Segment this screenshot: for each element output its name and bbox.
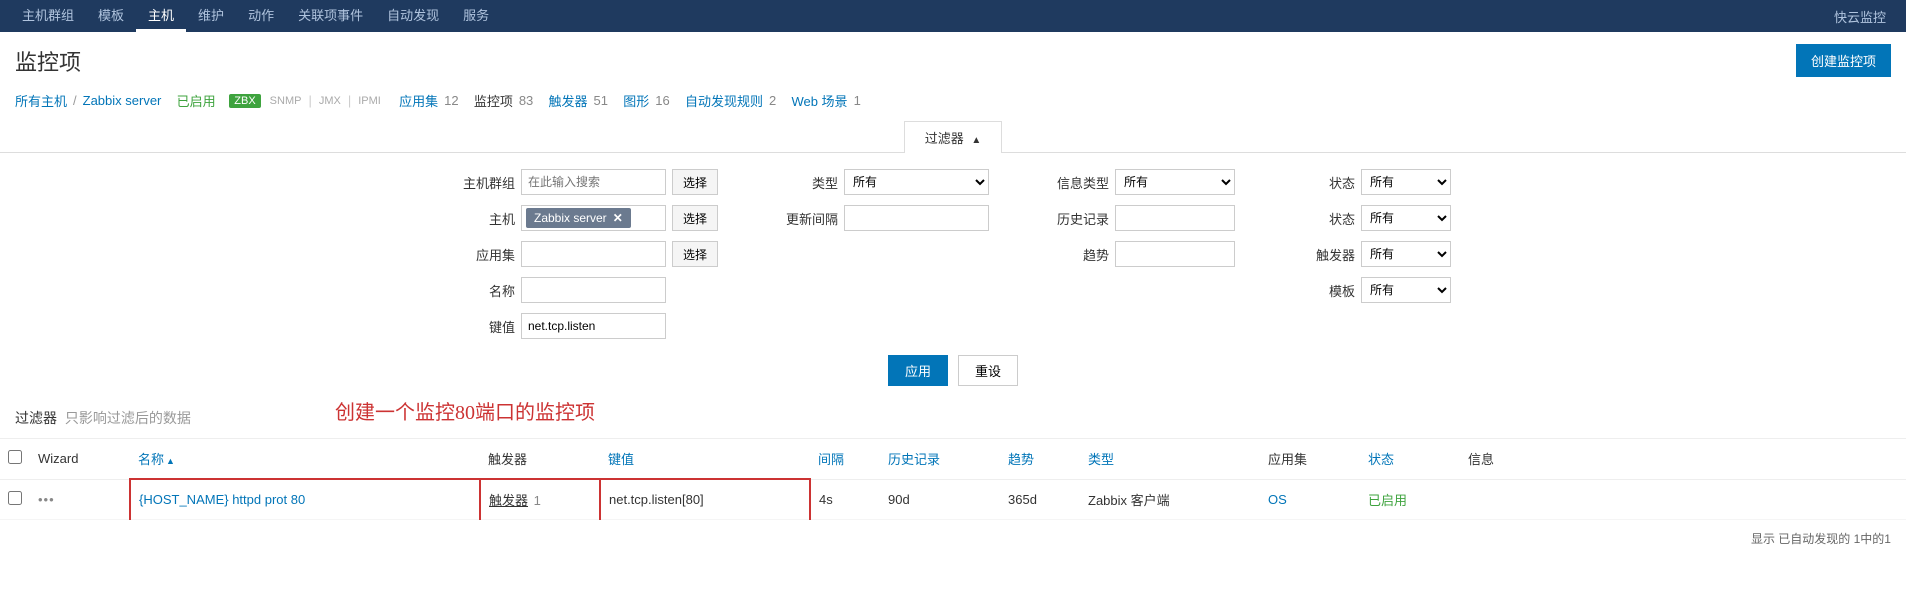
row-status[interactable]: 已启用 (1368, 493, 1407, 508)
filter-hint-sub: 只影响过滤后的数据 (65, 410, 191, 426)
page-title: 监控项 (15, 45, 1796, 77)
crumb-appset[interactable]: 应用集 (399, 91, 438, 110)
nav-templates[interactable]: 模板 (86, 0, 136, 32)
label-trend: 趋势 (1049, 245, 1109, 264)
label-status: 状态 (1295, 209, 1355, 228)
label-infotype: 信息类型 (1049, 173, 1109, 192)
template-select[interactable]: 所有 (1361, 277, 1451, 303)
create-item-button[interactable]: 创建监控项 (1796, 44, 1891, 77)
tag-ipmi: IPMI (355, 94, 384, 108)
row-interval: 4s (810, 479, 880, 520)
brand-label: 快云监控 (1824, 7, 1896, 26)
item-name-link[interactable]: {HOST_NAME} httpd prot 80 (139, 492, 305, 507)
col-key[interactable]: 键值 (600, 439, 810, 480)
nav-hostgroups[interactable]: 主机群组 (10, 0, 86, 32)
row-checkbox[interactable] (8, 491, 22, 505)
triggers-select[interactable]: 所有 (1361, 241, 1451, 267)
wizard-menu-icon[interactable]: ••• (38, 492, 55, 507)
crumb-web[interactable]: Web 场景 (791, 91, 847, 110)
label-name: 名称 (455, 281, 515, 300)
top-nav: 主机群组 模板 主机 维护 动作 关联项事件 自动发现 服务 快云监控 (0, 0, 1906, 32)
breadcrumb: 所有主机 / Zabbix server 已启用 ZBX SNMP| JMX| … (0, 85, 1906, 120)
col-trend[interactable]: 趋势 (1000, 439, 1080, 480)
col-status[interactable]: 状态 (1360, 439, 1460, 480)
col-trigger: 触发器 (480, 439, 600, 480)
filter-toggle[interactable]: 过滤器 ▲ (904, 121, 1003, 153)
arrow-up-icon: ▲ (971, 135, 981, 146)
label-triggers: 触发器 (1295, 245, 1355, 264)
hostgroup-select-button[interactable]: 选择 (672, 169, 718, 195)
nav-maintenance[interactable]: 维护 (186, 0, 236, 32)
key-input[interactable] (521, 313, 666, 339)
row-appset-link[interactable]: OS (1268, 492, 1287, 507)
host-select-button[interactable]: 选择 (672, 205, 718, 231)
row-type: Zabbix 客户端 (1080, 479, 1260, 520)
type-select[interactable]: 所有 (844, 169, 989, 195)
nav-actions[interactable]: 动作 (236, 0, 286, 32)
reset-button[interactable]: 重设 (958, 355, 1018, 386)
label-type: 类型 (778, 173, 838, 192)
items-table: Wizard 名称▲ 触发器 键值 间隔 历史记录 趋势 类型 应用集 状态 信… (0, 438, 1906, 520)
crumb-graphs[interactable]: 图形 (623, 91, 649, 110)
trend-input[interactable] (1115, 241, 1235, 267)
hostgroup-input[interactable] (521, 169, 666, 195)
label-state: 状态 (1295, 173, 1355, 192)
row-trigger-link[interactable]: 触发器 (489, 493, 528, 508)
host-input[interactable]: Zabbix server ✕ (521, 205, 666, 231)
remove-host-icon[interactable]: ✕ (613, 211, 623, 225)
annotation-text: 创建一个监控80端口的监控项 (335, 396, 595, 425)
tag-snmp: SNMP (267, 94, 305, 108)
col-history[interactable]: 历史记录 (880, 439, 1000, 480)
tag-zbx: ZBX (229, 94, 260, 108)
table-row: ••• {HOST_NAME} httpd prot 80 触发器 1 net.… (0, 479, 1906, 520)
filter-panel: 主机群组 选择 主机 Zabbix server ✕ 选择 应用集 选择 名称 … (0, 153, 1906, 347)
status-select[interactable]: 所有 (1361, 205, 1451, 231)
nav-discovery[interactable]: 自动发现 (375, 0, 451, 32)
label-history: 历史记录 (1049, 209, 1109, 228)
crumb-discovery[interactable]: 自动发现规则 (685, 91, 763, 110)
footer-count: 显示 已自动发现的 1中的1 (0, 520, 1906, 557)
host-chip[interactable]: Zabbix server ✕ (526, 208, 631, 228)
sort-asc-icon: ▲ (166, 456, 175, 466)
history-input[interactable] (1115, 205, 1235, 231)
col-type[interactable]: 类型 (1080, 439, 1260, 480)
nav-hosts[interactable]: 主机 (136, 0, 186, 32)
breadcrumb-allhosts[interactable]: 所有主机 (15, 91, 67, 110)
label-hostgroup: 主机群组 (455, 173, 515, 192)
host-status: 已启用 (177, 91, 216, 110)
tag-jmx: JMX (316, 94, 344, 108)
apply-button[interactable]: 应用 (888, 355, 948, 386)
label-template: 模板 (1295, 281, 1355, 300)
row-key: net.tcp.listen[80] (600, 479, 810, 520)
label-host: 主机 (455, 209, 515, 228)
col-wizard: Wizard (30, 439, 130, 480)
label-key: 键值 (455, 317, 515, 336)
appset-select-button[interactable]: 选择 (672, 241, 718, 267)
interval-input[interactable] (844, 205, 989, 231)
select-all-checkbox[interactable] (8, 450, 22, 464)
col-interval[interactable]: 间隔 (810, 439, 880, 480)
label-interval: 更新间隔 (778, 209, 838, 228)
breadcrumb-host[interactable]: Zabbix server (83, 93, 162, 108)
row-trend: 365d (1000, 479, 1080, 520)
filter-hint-label: 过滤器 (15, 410, 57, 426)
crumb-items[interactable]: 监控项 (474, 91, 513, 110)
name-input[interactable] (521, 277, 666, 303)
col-name[interactable]: 名称▲ (130, 439, 480, 480)
crumb-triggers[interactable]: 触发器 (549, 91, 588, 110)
infotype-select[interactable]: 所有 (1115, 169, 1235, 195)
col-appset: 应用集 (1260, 439, 1360, 480)
nav-correlation[interactable]: 关联项事件 (286, 0, 375, 32)
state-select[interactable]: 所有 (1361, 169, 1451, 195)
label-appset: 应用集 (455, 245, 515, 264)
row-history: 90d (880, 479, 1000, 520)
appset-input[interactable] (521, 241, 666, 267)
col-info: 信息 (1460, 439, 1906, 480)
nav-services[interactable]: 服务 (451, 0, 501, 32)
